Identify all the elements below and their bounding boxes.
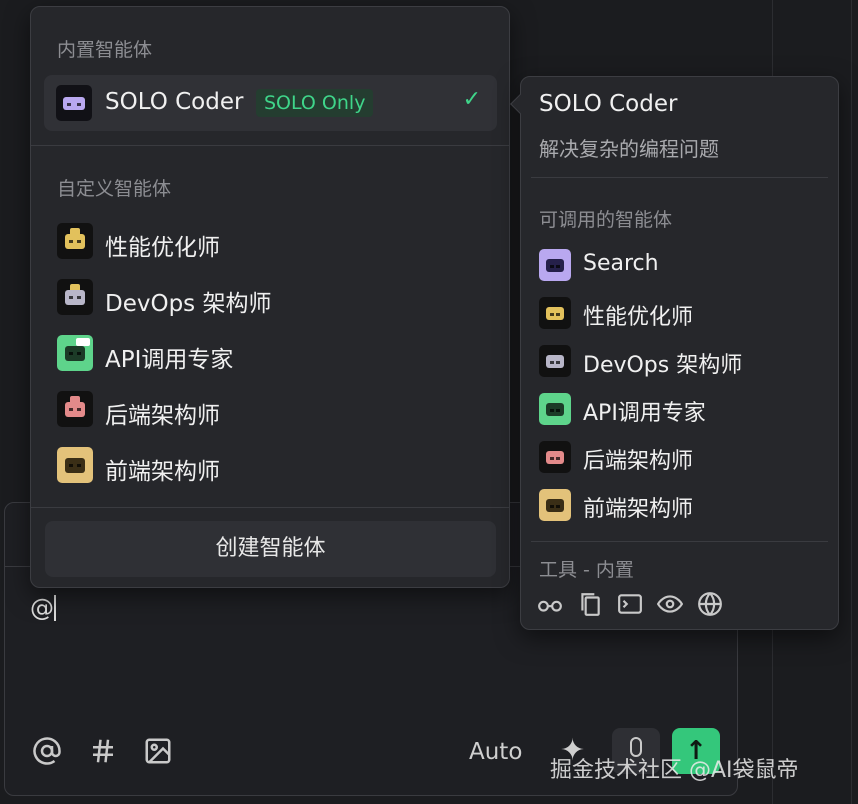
robot-red-icon: [539, 441, 571, 473]
create-agent-button[interactable]: 创建智能体: [45, 521, 496, 577]
agent-option-frontend[interactable]: 前端架构师: [57, 447, 487, 487]
robot-gray-icon: [539, 345, 571, 377]
watermark: 掘金技术社区 @AI袋鼠帝: [550, 758, 799, 783]
robot-green-icon: [539, 393, 571, 425]
tools-title: 工具 - 内置: [539, 559, 634, 581]
eye-icon: [656, 591, 684, 617]
agent-option-devops[interactable]: DevOps 架构师: [57, 279, 487, 319]
robot-tan-icon: [539, 489, 571, 521]
divider: [531, 541, 828, 542]
custom-section-title: 自定义智能体: [57, 178, 172, 200]
tooltip-description: 解决复杂的编程问题: [539, 137, 719, 161]
tooltip-title: SOLO Coder: [539, 91, 678, 117]
agent-name: 前端架构师: [105, 459, 220, 485]
agent-name: 性能优化师: [583, 305, 694, 330]
chat-input[interactable]: @: [30, 594, 56, 622]
callable-agent-performance: 性能优化师: [539, 297, 829, 333]
callable-agent-frontend: 前端架构师: [539, 489, 829, 525]
callable-agent-devops: DevOps 架构师: [539, 345, 829, 381]
callable-agent-api: API调用专家: [539, 393, 829, 429]
copy-file-icon: [577, 591, 603, 617]
image-icon[interactable]: [143, 736, 173, 770]
robot-gray-icon: [57, 279, 93, 315]
divider: [31, 145, 509, 146]
terminal-icon: [617, 591, 643, 617]
check-icon: ✓: [462, 87, 481, 112]
agent-name: DevOps 架构师: [105, 291, 272, 317]
chat-input-value: @: [30, 594, 54, 622]
agent-name: DevOps 架构师: [583, 353, 743, 378]
divider: [531, 177, 828, 178]
agent-name: API调用专家: [105, 347, 234, 373]
mention-icon[interactable]: [32, 736, 62, 770]
agent-option-solo-coder[interactable]: SOLO Coder SOLO Only ✓: [44, 75, 497, 131]
robot-yellow-icon: [57, 223, 93, 259]
robot-tan-icon: [57, 447, 93, 483]
agent-name: 后端架构师: [583, 449, 694, 474]
agent-name: Search: [583, 251, 659, 276]
tool-icons: [537, 591, 723, 617]
callable-agents-title: 可调用的智能体: [539, 209, 673, 231]
agent-name: SOLO Coder: [105, 89, 244, 115]
agent-name: 后端架构师: [105, 403, 220, 429]
hashtag-icon[interactable]: [88, 736, 118, 770]
callable-agent-backend: 后端架构师: [539, 441, 829, 477]
robot-purple-icon: [539, 249, 571, 281]
agent-option-api[interactable]: API调用专家: [57, 335, 487, 375]
agent-option-performance[interactable]: 性能优化师: [57, 223, 487, 263]
tooltip-arrow: [510, 94, 530, 114]
agent-dropdown: 内置智能体 SOLO Coder SOLO Only ✓ 自定义智能体 性能优化…: [30, 6, 510, 588]
callable-agent-search: Search: [539, 249, 829, 285]
agent-name: API调用专家: [583, 401, 706, 426]
agent-detail-tooltip: SOLO Coder 解决复杂的编程问题 可调用的智能体 Search 性能优化…: [510, 76, 839, 630]
text-caret: [54, 595, 56, 621]
robot-purple-icon: [56, 85, 92, 121]
mode-selector[interactable]: Auto: [469, 739, 522, 765]
globe-icon: [697, 591, 723, 617]
glasses-icon: [537, 591, 563, 617]
solo-only-badge: SOLO Only: [256, 89, 374, 117]
divider: [31, 507, 509, 508]
builtin-section-title: 内置智能体: [57, 39, 153, 61]
agent-option-backend[interactable]: 后端架构师: [57, 391, 487, 431]
agent-name: 性能优化师: [105, 235, 220, 261]
agent-name: 前端架构师: [583, 497, 694, 522]
robot-red-icon: [57, 391, 93, 427]
robot-green-icon: [57, 335, 93, 371]
robot-yellow-icon: [539, 297, 571, 329]
